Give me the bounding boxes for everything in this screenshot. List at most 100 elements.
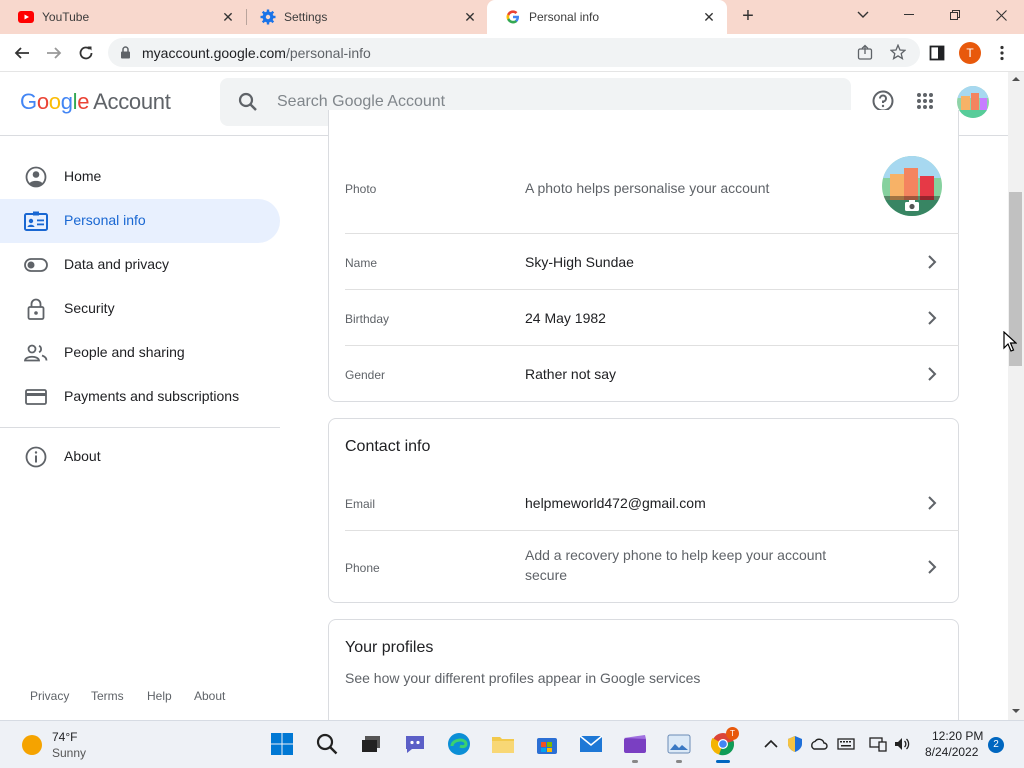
photos-app-icon[interactable] — [665, 730, 693, 763]
lock-icon — [24, 297, 48, 321]
close-tab-icon[interactable]: ✕ — [462, 9, 478, 25]
onedrive-cloud-icon[interactable] — [810, 735, 828, 753]
photo-row[interactable]: Photo A photo helps personalise your acc… — [345, 156, 958, 216]
running-indicator — [676, 760, 682, 763]
google-account-logo[interactable]: Google Account — [20, 89, 171, 115]
browser-toolbar: myaccount.google.com/personal-info T — [0, 34, 1024, 72]
network-icon[interactable] — [869, 735, 887, 753]
profile-initial: T — [959, 42, 981, 64]
volume-icon[interactable] — [893, 735, 911, 753]
profile-photo[interactable] — [882, 156, 942, 216]
tab-personal-info[interactable]: Personal info ✕ — [487, 0, 727, 34]
taskbar-search-icon[interactable] — [313, 730, 341, 758]
chrome-icon[interactable]: T — [709, 727, 739, 763]
bookmark-star-icon[interactable] — [889, 43, 907, 65]
credit-card-icon — [24, 385, 48, 409]
forward-button[interactable] — [40, 39, 68, 67]
photo-label: Photo — [345, 182, 377, 196]
footer-link-about[interactable]: About — [194, 689, 225, 703]
restore-button[interactable] — [932, 0, 978, 30]
birthday-value: 24 May 1982 — [525, 310, 606, 326]
sidebar-item-home[interactable]: Home — [0, 155, 280, 199]
gender-row[interactable]: Gender Rather not say — [345, 346, 958, 402]
logo-letter: o — [36, 89, 49, 114]
profile-avatar[interactable]: T — [956, 39, 984, 67]
your-profiles-title: Your profiles — [345, 639, 434, 656]
gender-value: Rather not say — [525, 366, 617, 382]
sun-weather-icon[interactable] — [22, 735, 42, 755]
sidebar-item-label: People and sharing — [64, 344, 185, 360]
file-explorer-icon[interactable] — [489, 730, 517, 758]
security-shield-icon[interactable] — [786, 735, 804, 753]
edge-browser-icon[interactable] — [445, 730, 473, 758]
clock-date[interactable]: 8/24/2022 — [925, 745, 978, 759]
sidebar-item-security[interactable]: Security — [0, 287, 280, 331]
sidebar-item-payments-and-subscriptions[interactable]: Payments and subscriptions — [0, 375, 280, 419]
email-row[interactable]: Email helpmeworld472@gmail.com — [345, 475, 958, 531]
google-g-icon — [505, 9, 521, 25]
scroll-up-arrow-icon[interactable] — [1012, 76, 1020, 82]
phone-row[interactable]: Phone Add a recovery phone to help keep … — [345, 531, 958, 603]
clipchamp-icon[interactable] — [621, 730, 649, 763]
sidebar-item-data-and-privacy[interactable]: Data and privacy — [0, 243, 280, 287]
show-hidden-icons-icon[interactable] — [762, 735, 780, 753]
lock-icon[interactable] — [120, 46, 131, 64]
sidebar-nav: Home Personal info Data and privacy Secu… — [0, 136, 300, 720]
tab-search-icon[interactable] — [840, 0, 886, 30]
id-card-icon — [24, 209, 48, 233]
weather-temperature[interactable]: 74°F — [52, 730, 77, 744]
clock-time[interactable]: 12:20 PM — [932, 729, 983, 743]
footer-link-help[interactable]: Help — [147, 689, 172, 703]
sidebar-item-personal-info[interactable]: Personal info — [0, 199, 280, 243]
sidebar-item-label: About — [64, 448, 101, 464]
task-view-icon[interactable] — [357, 730, 385, 758]
new-tab-button[interactable]: + — [738, 6, 758, 27]
tab-title: Settings — [284, 10, 328, 24]
info-icon — [24, 445, 48, 469]
browser-menu-icon[interactable] — [988, 39, 1016, 67]
sidebar-item-people-and-sharing[interactable]: People and sharing — [0, 331, 280, 375]
url-path: /personal-info — [285, 45, 371, 61]
share-icon[interactable] — [857, 44, 874, 66]
sidebar-divider — [0, 427, 280, 428]
keyboard-icon[interactable] — [837, 735, 855, 753]
windows-start-icon[interactable] — [268, 730, 296, 758]
address-bar[interactable]: myaccount.google.com/personal-info — [108, 38, 920, 67]
contact-info-card: Contact info Email helpmeworld472@gmail.… — [328, 418, 959, 603]
browser-tab-strip: YouTube ✕ Settings ✕ Personal info ✕ + — [0, 0, 1024, 34]
close-window-button[interactable] — [978, 0, 1024, 30]
name-row[interactable]: Name Sky-High Sundae — [345, 234, 958, 290]
sidebar-item-label: Security — [64, 300, 115, 316]
tab-title: Personal info — [529, 10, 600, 24]
tab-youtube[interactable]: YouTube ✕ — [0, 0, 246, 34]
footer-link-terms[interactable]: Terms — [91, 689, 124, 703]
minimize-button[interactable] — [886, 0, 932, 30]
reload-button[interactable] — [72, 39, 100, 67]
account-avatar[interactable] — [957, 86, 989, 118]
notification-badge[interactable]: 2 — [988, 737, 1004, 753]
toggle-icon — [24, 253, 48, 277]
chrome-profile-badge: T — [726, 727, 739, 740]
mail-icon[interactable] — [577, 730, 605, 758]
sidebar-item-label: Personal info — [64, 212, 146, 228]
chat-icon[interactable] — [401, 730, 429, 758]
page-scrollbar[interactable] — [1008, 72, 1024, 720]
url-host: myaccount.google.com — [142, 45, 286, 61]
gear-icon — [260, 9, 276, 25]
sidebar-item-label: Data and privacy — [64, 256, 170, 272]
sidebar-item-about[interactable]: About — [0, 435, 280, 479]
scroll-down-arrow-icon[interactable] — [1012, 708, 1020, 714]
running-indicator — [632, 760, 638, 763]
side-panel-icon[interactable] — [923, 39, 951, 67]
weather-description[interactable]: Sunny — [52, 746, 86, 760]
footer-link-privacy[interactable]: Privacy — [30, 689, 69, 703]
back-button[interactable] — [8, 39, 36, 67]
close-tab-icon[interactable]: ✕ — [220, 9, 236, 25]
logo-letter: G — [20, 89, 37, 114]
sidebar-item-label: Home — [64, 168, 102, 184]
tab-settings[interactable]: Settings ✕ — [242, 0, 488, 34]
search-icon[interactable] — [238, 92, 258, 117]
birthday-row[interactable]: Birthday 24 May 1982 — [345, 290, 958, 346]
close-tab-icon[interactable]: ✕ — [701, 9, 717, 25]
microsoft-store-icon[interactable] — [533, 730, 561, 758]
